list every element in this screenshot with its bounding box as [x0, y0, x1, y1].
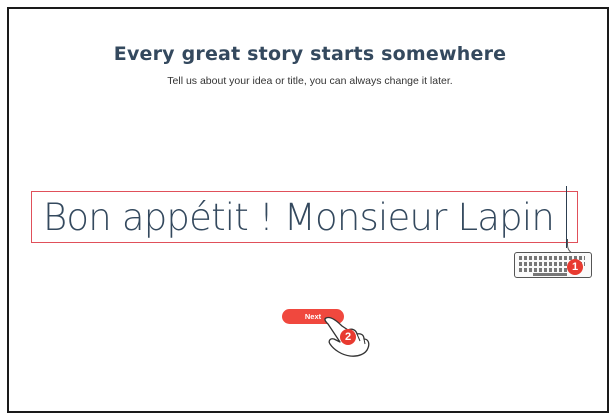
keyboard-spacebar: [533, 273, 567, 276]
story-title-input[interactable]: [31, 191, 578, 243]
step-1-badge: 1: [567, 259, 583, 275]
page-title: Every great story starts somewhere: [113, 43, 507, 65]
step-2-badge: 2: [340, 329, 356, 345]
page-subtitle: Tell us about your idea or title, you ca…: [167, 75, 453, 87]
